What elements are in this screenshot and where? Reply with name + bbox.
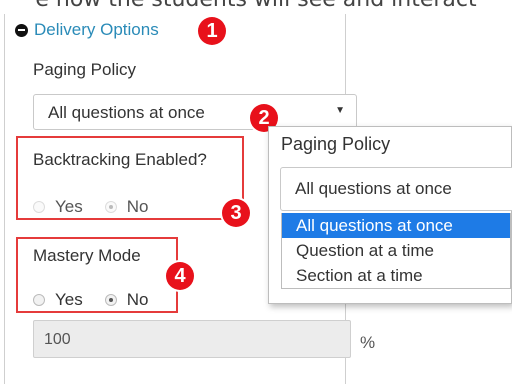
option-question-at-a-time[interactable]: Question at a time: [282, 238, 510, 263]
backtracking-yes-label: Yes: [55, 197, 83, 216]
paging-policy-popup: Paging Policy All questions at once All …: [268, 126, 512, 304]
backtracking-label: Backtracking Enabled?: [33, 150, 207, 169]
dropdown-arrow-icon: ▼: [335, 105, 345, 116]
callout-badge-4: 4: [166, 262, 194, 290]
mastery-no-radio[interactable]: [104, 294, 117, 306]
delivery-options-link[interactable]: Delivery Options: [34, 20, 159, 40]
popup-select-value: All questions at once: [295, 179, 452, 198]
mastery-no-label: No: [126, 290, 149, 309]
popup-select[interactable]: All questions at once: [280, 167, 512, 211]
mastery-yes-radio[interactable]: [33, 294, 45, 306]
backtracking-options: Yes No: [33, 197, 148, 217]
mastery-yes-label: Yes: [55, 290, 83, 309]
popup-options-list: All questions at once Question at a time…: [281, 213, 511, 289]
top-caption-text: e how the students will see and interact: [0, 0, 512, 12]
mastery-mode-label: Mastery Mode: [33, 246, 141, 265]
popup-title: Paging Policy: [281, 134, 391, 154]
callout-badge-1: 1: [198, 17, 226, 45]
collapse-minus-icon[interactable]: [15, 23, 28, 37]
paging-policy-select[interactable]: All questions at once ▼: [33, 94, 357, 130]
mastery-threshold-input[interactable]: 100: [33, 320, 351, 358]
paging-policy-label: Paging Policy: [33, 60, 137, 79]
mastery-threshold-value: 100: [44, 331, 71, 348]
paging-policy-value: All questions at once: [48, 103, 205, 122]
option-section-at-a-time[interactable]: Section at a time: [282, 263, 510, 288]
option-all-questions[interactable]: All questions at once: [282, 213, 510, 238]
backtracking-no-radio[interactable]: [104, 201, 117, 213]
delivery-options-header[interactable]: Delivery Options: [15, 20, 159, 40]
backtracking-yes-radio[interactable]: [33, 201, 45, 213]
mastery-options: Yes No: [33, 290, 148, 310]
percent-unit-label: %: [360, 333, 376, 352]
backtracking-no-label: No: [126, 197, 149, 216]
callout-badge-3: 3: [222, 199, 250, 227]
